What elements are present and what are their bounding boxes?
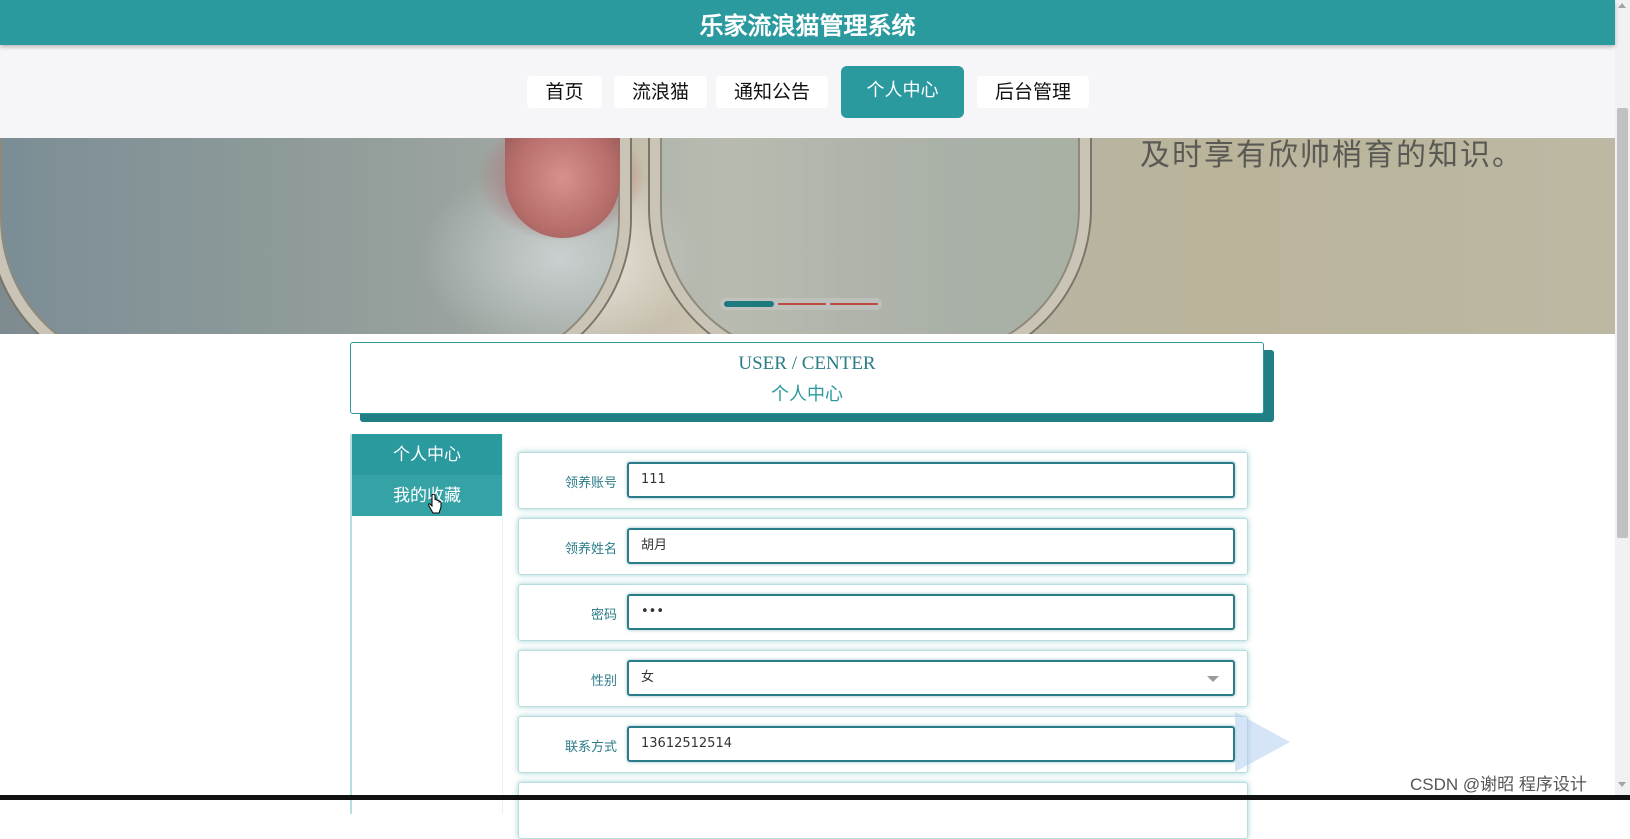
sidebar-item-user-center[interactable]: 个人中心: [352, 434, 502, 475]
section-heading: USER / CENTER 个人中心: [350, 342, 1264, 414]
watermark-text: CSDN @谢昭 程序设计: [1410, 775, 1587, 794]
main-nav: 首页 流浪猫 通知公告 个人中心 后台管理: [0, 45, 1615, 138]
hero-banner: 及时享有欣帅梢育的知识。: [0, 138, 1615, 334]
section-title-cn: 个人中心: [771, 384, 843, 404]
decorative-arrow-shape: [1235, 712, 1290, 772]
password-input[interactable]: •••: [627, 594, 1235, 630]
nav-home[interactable]: 首页: [527, 76, 602, 108]
chevron-down-icon[interactable]: [1207, 676, 1219, 682]
scroll-down-icon[interactable]: [1618, 782, 1626, 787]
name-input[interactable]: 胡月: [627, 528, 1235, 564]
form-row-account: 领养账号 111: [518, 452, 1248, 509]
form-row-password: 密码 •••: [518, 584, 1248, 641]
app-title: 乐家流浪猫管理系统: [699, 12, 916, 40]
gender-label: 性别: [590, 674, 617, 689]
bottom-strip: [0, 795, 1630, 800]
gender-select[interactable]: 女: [627, 660, 1235, 696]
phone-input[interactable]: 13612512514: [627, 726, 1235, 762]
page-scrollbar[interactable]: [1615, 0, 1630, 800]
name-label: 领养姓名: [564, 542, 617, 557]
scroll-up-icon[interactable]: [1618, 3, 1626, 8]
nav-admin[interactable]: 后台管理: [977, 76, 1089, 108]
nav-announcements[interactable]: 通知公告: [716, 76, 828, 108]
form-row-phone: 联系方式 13612512514: [518, 716, 1248, 773]
form-row-next: [518, 782, 1248, 839]
form-row-gender: 性别 女: [518, 650, 1248, 707]
phone-label: 联系方式: [564, 740, 617, 755]
account-label: 领养账号: [564, 476, 617, 491]
account-input[interactable]: 111: [627, 462, 1235, 498]
sidebar-item-favorites[interactable]: 我的收藏: [352, 475, 502, 516]
carousel-dot[interactable]: [830, 303, 878, 305]
carousel-dot[interactable]: [778, 303, 826, 305]
scrollbar-thumb[interactable]: [1617, 108, 1628, 538]
user-sidebar: 个人中心 我的收藏: [350, 434, 503, 814]
carousel-indicators: [720, 298, 882, 310]
nav-stray-cats[interactable]: 流浪猫: [614, 76, 707, 108]
banner-caption: 及时享有欣帅梢育的知识。: [1140, 138, 1524, 173]
password-label: 密码: [590, 608, 617, 623]
nav-user-center[interactable]: 个人中心: [841, 66, 964, 118]
section-title-en: USER / CENTER: [738, 353, 876, 374]
carousel-dot[interactable]: [724, 301, 774, 307]
hand-pointer-icon: [428, 494, 442, 514]
form-row-name: 领养姓名 胡月: [518, 518, 1248, 575]
gender-select-value: 女: [641, 670, 655, 685]
app-header: 乐家流浪猫管理系统: [0, 0, 1615, 45]
